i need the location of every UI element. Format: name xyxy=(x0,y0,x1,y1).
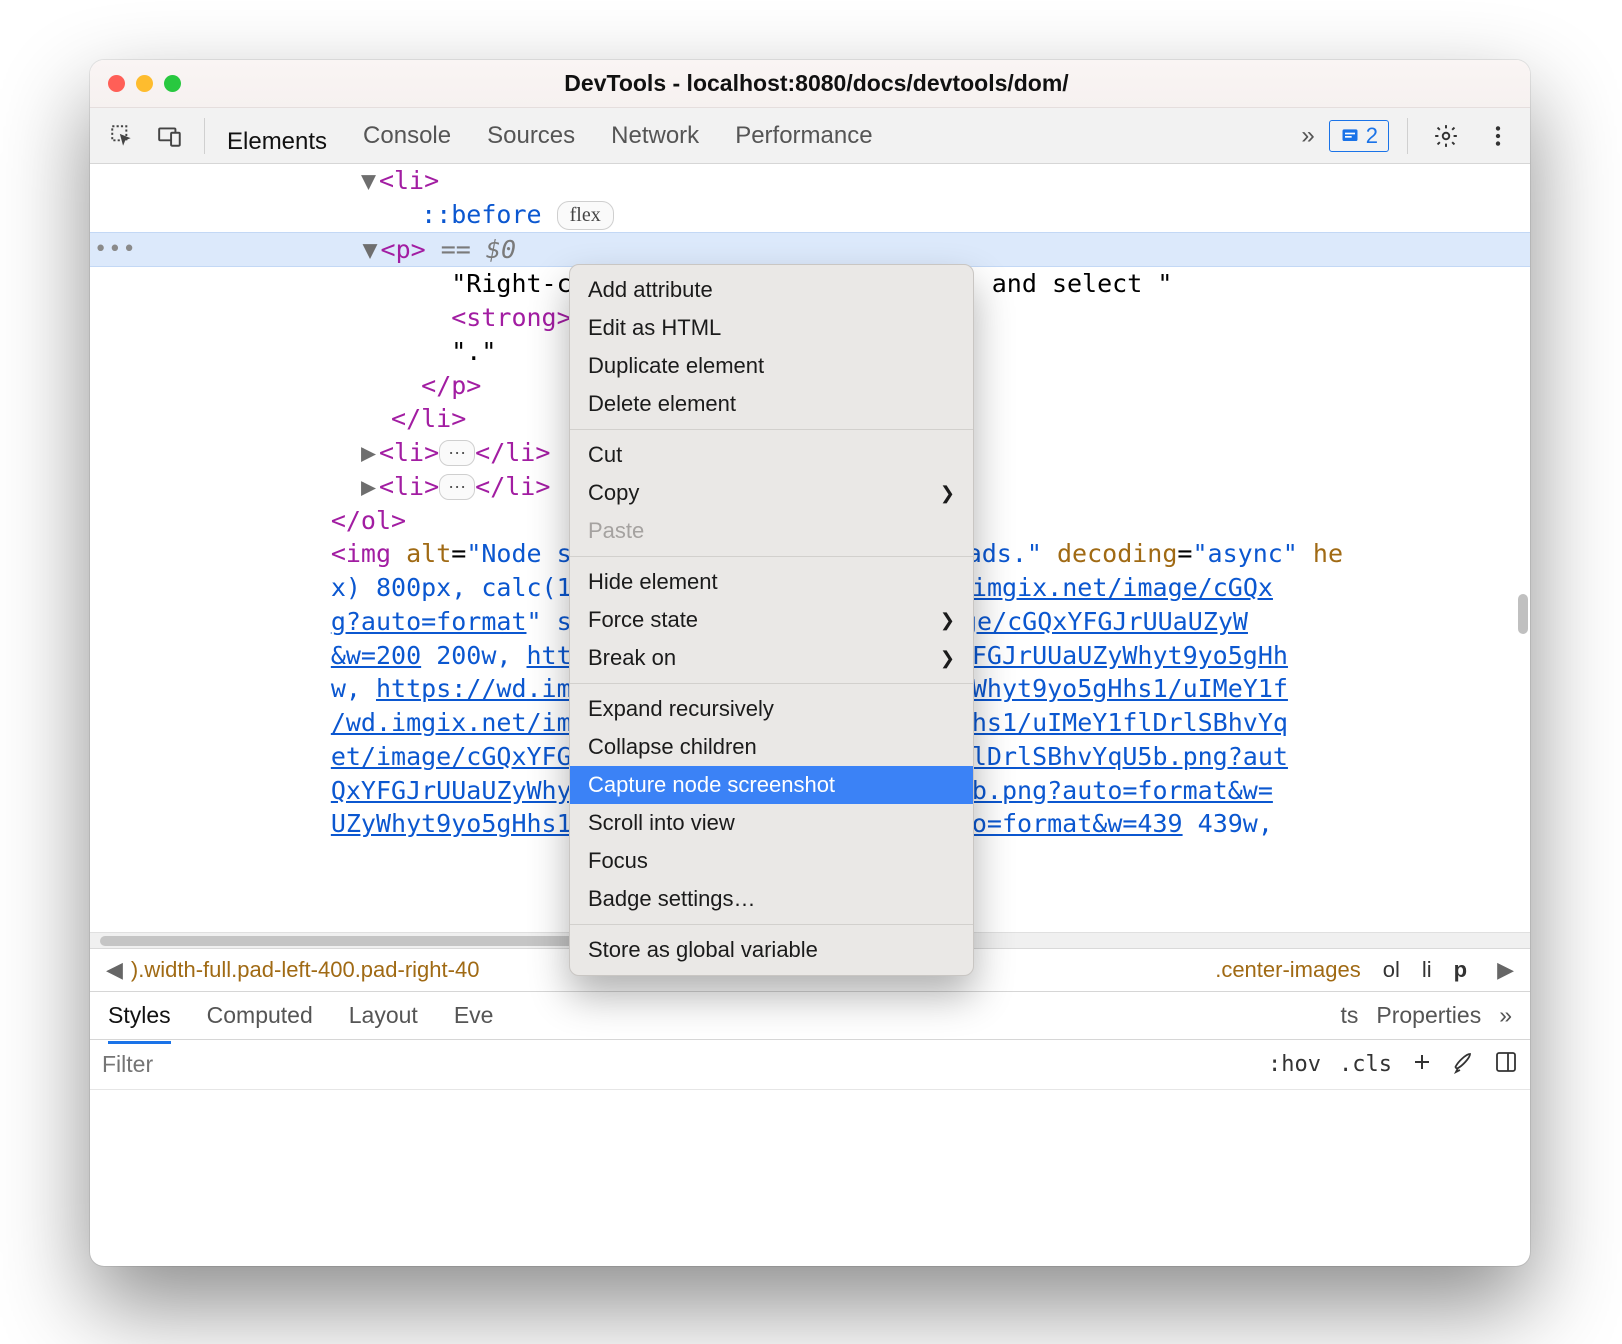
cm-hide-element[interactable]: Hide element xyxy=(570,563,973,601)
main-tabbar: Elements Console Sources Network Perform… xyxy=(90,108,1530,164)
chevron-right-icon: ❯ xyxy=(940,610,955,631)
tab-console[interactable]: Console xyxy=(363,110,451,162)
tab-properties[interactable]: Properties xyxy=(1376,1002,1481,1029)
kebab-menu-icon[interactable] xyxy=(1478,116,1518,156)
cm-badge-settings[interactable]: Badge settings… xyxy=(570,880,973,918)
more-tabs-icon[interactable]: » xyxy=(1301,122,1314,150)
cm-add-attribute[interactable]: Add attribute xyxy=(570,271,973,309)
tab-layout[interactable]: Layout xyxy=(349,1002,418,1029)
ellipsis-badge[interactable]: ⋯ xyxy=(439,440,475,466)
tab-performance[interactable]: Performance xyxy=(735,110,872,162)
tab-sources[interactable]: Sources xyxy=(487,110,575,162)
breadcrumb-right-arrow[interactable]: ▶ xyxy=(1489,957,1522,983)
styles-filter-row: :hov .cls xyxy=(90,1040,1530,1090)
more-tabs-icon[interactable]: » xyxy=(1499,1002,1512,1029)
context-menu: Add attribute Edit as HTML Duplicate ele… xyxy=(569,264,974,976)
tab-network[interactable]: Network xyxy=(611,110,699,162)
chevron-right-icon: ❯ xyxy=(940,483,955,504)
cm-duplicate-element[interactable]: Duplicate element xyxy=(570,347,973,385)
styles-panel-body xyxy=(90,1090,1530,1250)
traffic-lights xyxy=(108,75,181,92)
cm-scroll-into-view[interactable]: Scroll into view xyxy=(570,804,973,842)
chevron-right-icon: ❯ xyxy=(940,648,955,669)
cm-paste: Paste xyxy=(570,512,973,550)
breadcrumb-left-arrow[interactable]: ◀ xyxy=(98,957,131,983)
computed-panel-toggle-icon[interactable] xyxy=(1494,1050,1518,1080)
dom-pseudo-before: ::before xyxy=(421,200,541,229)
selected-dom-node[interactable]: ••• ▼<p> == $0 xyxy=(90,232,1530,268)
cls-toggle[interactable]: .cls xyxy=(1339,1052,1392,1077)
dom-tag-li-open: <li> xyxy=(379,166,439,195)
styles-filter-input[interactable] xyxy=(102,1051,402,1078)
inspect-icon[interactable] xyxy=(102,116,142,156)
minimize-window-button[interactable] xyxy=(136,75,153,92)
cm-expand-recursively[interactable]: Expand recursively xyxy=(570,690,973,728)
styles-tabbar: Styles Computed Layout Eve ts Properties… xyxy=(90,992,1530,1040)
paintbrush-icon[interactable] xyxy=(1452,1050,1476,1080)
cm-delete-element[interactable]: Delete element xyxy=(570,385,973,423)
settings-icon[interactable] xyxy=(1426,116,1466,156)
titlebar: DevTools - localhost:8080/docs/devtools/… xyxy=(90,60,1530,108)
tab-computed[interactable]: Computed xyxy=(207,1002,313,1029)
cm-cut[interactable]: Cut xyxy=(570,436,973,474)
new-style-rule-icon[interactable] xyxy=(1410,1050,1434,1080)
cm-collapse-children[interactable]: Collapse children xyxy=(570,728,973,766)
tab-styles[interactable]: Styles xyxy=(108,1002,171,1044)
cm-edit-as-html[interactable]: Edit as HTML xyxy=(570,309,973,347)
cm-force-state[interactable]: Force state❯ xyxy=(570,601,973,639)
cm-break-on[interactable]: Break on❯ xyxy=(570,639,973,677)
flex-badge[interactable]: flex xyxy=(557,201,614,230)
panel-tabs: Elements Console Sources Network Perform… xyxy=(227,110,873,162)
device-toolbar-icon[interactable] xyxy=(150,116,190,156)
issues-count: 2 xyxy=(1366,123,1378,149)
vertical-scrollbar[interactable] xyxy=(1518,594,1528,634)
cm-focus[interactable]: Focus xyxy=(570,842,973,880)
tab-event-listeners[interactable]: Eve xyxy=(454,1002,494,1029)
maximize-window-button[interactable] xyxy=(164,75,181,92)
devtools-window: DevTools - localhost:8080/docs/devtools/… xyxy=(90,60,1530,1266)
window-title: DevTools - localhost:8080/docs/devtools/… xyxy=(181,70,1452,97)
cm-copy[interactable]: Copy❯ xyxy=(570,474,973,512)
tab-elements[interactable]: Elements xyxy=(227,116,327,170)
cm-store-global[interactable]: Store as global variable xyxy=(570,931,973,969)
issues-badge[interactable]: 2 xyxy=(1329,120,1389,152)
ellipsis-badge[interactable]: ⋯ xyxy=(439,474,475,500)
hov-toggle[interactable]: :hov xyxy=(1268,1052,1321,1077)
close-window-button[interactable] xyxy=(108,75,125,92)
cm-capture-node-screenshot[interactable]: Capture node screenshot xyxy=(570,766,973,804)
